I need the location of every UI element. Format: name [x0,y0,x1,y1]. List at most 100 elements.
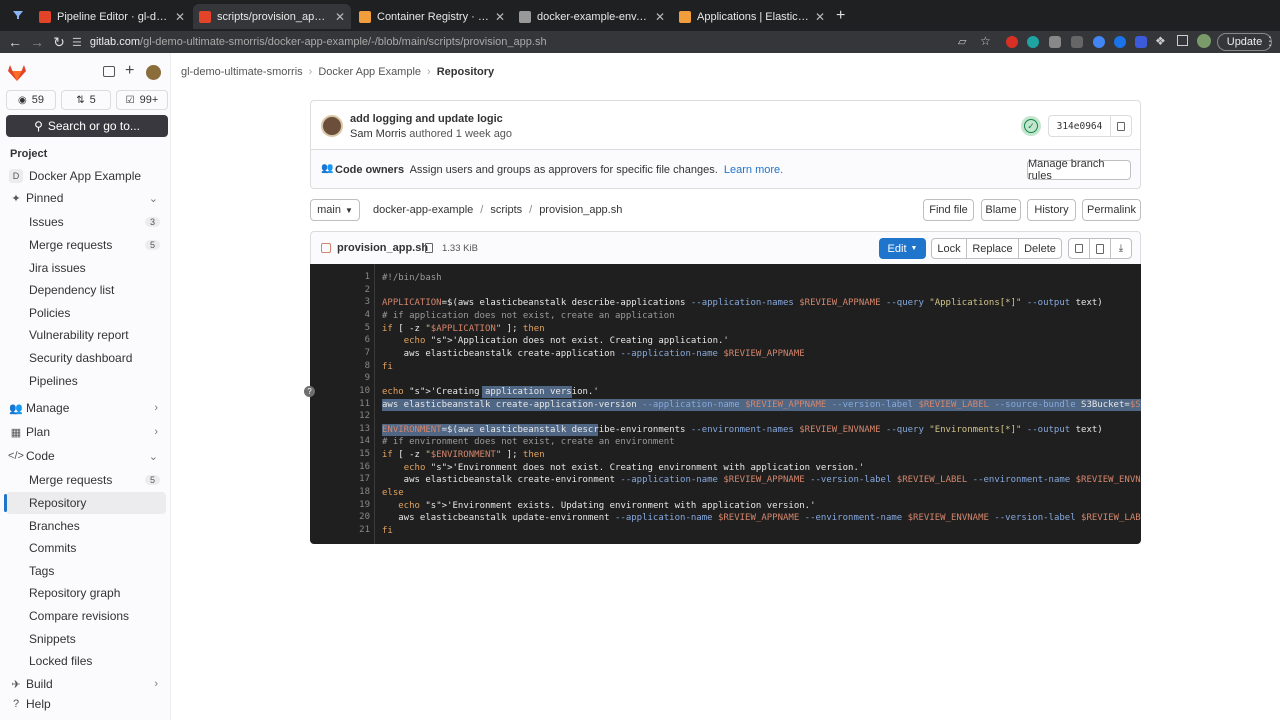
user-avatar[interactable] [146,65,161,80]
line-number[interactable]: 21 [310,525,370,535]
line-number[interactable]: 20 [310,512,370,522]
delete-button[interactable]: Delete [1018,238,1062,259]
branch-dropdown[interactable]: main ▼ [310,199,360,221]
sidebar-item-help[interactable]: ? Help [6,693,166,715]
line-number[interactable]: 12 [310,411,370,421]
copy-path-icon[interactable] [425,243,433,253]
edit-dropdown-button[interactable]: Edit ▼ [879,238,926,259]
mr-count-pill[interactable]: ⇅ 5 [61,90,111,110]
line-number[interactable]: 10 [310,386,370,396]
sidebar-item-pipelines[interactable]: Pipelines [6,370,166,392]
extension-icon-teal[interactable] [1027,36,1039,48]
sidebar-toggle-icon[interactable] [103,66,115,77]
close-tab-icon[interactable]: ✕ [815,10,825,24]
line-number[interactable]: 16 [310,462,370,472]
sidebar-item-commits[interactable]: Commits [6,537,166,559]
extension-icon-o[interactable] [1071,36,1083,48]
browser-tab[interactable]: Pipeline Editor · gl-demo-ultim ✕ [33,4,191,29]
bookmark-star-icon[interactable]: ☆ [980,34,991,48]
line-number[interactable]: 1 [310,272,370,282]
copy-contents-button[interactable] [1068,238,1090,259]
new-tab-button[interactable]: + [836,7,845,25]
sidebar-item-policies[interactable]: Policies [6,302,166,324]
address-bar[interactable]: ☰ gitlab.com/gl-demo-ultimate-smorris/do… [72,33,952,51]
line-number[interactable]: 14 [310,436,370,446]
sidebar-item-plan[interactable]: ▦ Plan › [6,421,166,443]
open-raw-button[interactable] [1089,238,1111,259]
extension-icon-g[interactable] [1093,36,1105,48]
extension-icon-red[interactable] [1006,36,1018,48]
browser-tab[interactable]: scripts/provision_app.sh · main ✕ [193,4,351,29]
issues-count-pill[interactable]: ◉ 59 [6,90,56,110]
path-file[interactable]: provision_app.sh [539,204,622,216]
profile-avatar[interactable] [1197,34,1211,48]
find-file-button[interactable]: Find file [923,199,974,221]
line-number[interactable]: 18 [310,487,370,497]
forward-icon[interactable]: → [26,34,48,50]
close-tab-icon[interactable]: ✕ [175,10,185,24]
reload-icon[interactable]: ↻ [48,34,70,51]
commit-title[interactable]: add logging and update logic [350,113,503,125]
line-number[interactable]: 17 [310,474,370,484]
line-number[interactable]: 11 [310,399,370,409]
sidebar-item-build[interactable]: ✈ Build › [6,673,166,695]
line-number[interactable]: 13 [310,424,370,434]
line-number[interactable]: 7 [310,348,370,358]
browser-menu-kebab-icon[interactable]: ⋮ [1264,34,1276,48]
path-root[interactable]: docker-app-example [373,204,473,216]
sidebar-item-manage[interactable]: 👥 Manage › [6,397,166,419]
help-bubble-icon[interactable]: ? [304,386,315,397]
install-icon[interactable]: ▱ [958,35,966,48]
author-avatar[interactable] [321,115,343,137]
copy-sha-button[interactable] [1110,115,1132,137]
commit-sha[interactable]: 314e0964 [1048,115,1111,137]
lock-button[interactable]: Lock [931,238,967,259]
sidebar-item-vulnerability-report[interactable]: Vulnerability report [6,324,166,346]
back-icon[interactable]: ← [4,34,26,50]
line-number[interactable]: 2 [310,285,370,295]
sidebar-item-branches[interactable]: Branches [6,515,166,537]
pipeline-status-icon[interactable]: ✓ [1021,116,1041,136]
browser-tab[interactable]: Container Registry · gl-demo-u ✕ [353,4,511,29]
sidebar-item-tags[interactable]: Tags [6,560,166,582]
breadcrumb-project[interactable]: Docker App Example [318,66,421,78]
sidebar-item-compare-revisions[interactable]: Compare revisions [6,605,166,627]
extensions-puzzle-icon[interactable]: ❖ [1155,34,1166,48]
history-button[interactable]: History [1027,199,1076,221]
blame-button[interactable]: Blame [981,199,1021,221]
download-button[interactable]: ⤓ [1110,238,1132,259]
line-number[interactable]: 6 [310,335,370,345]
browser-tab[interactable]: docker-example-env.eba-fry3 ✕ [513,4,671,29]
sidebar-item-merge-requests[interactable]: Merge requests 5 [6,469,166,491]
line-number[interactable]: 8 [310,361,370,371]
code-viewer[interactable]: 1 2 3 4 5 6 7 8 9 10 11 12 13 14 15 16 17 18 19 20 21 #!/bin/… [310,264,1141,544]
search-button[interactable]: ⚲ Search or go to... [6,115,168,137]
extension-icon-gray[interactable] [1049,36,1061,48]
extension-icon-bookmark[interactable] [1135,36,1147,48]
sidebar-item-merge-requests[interactable]: Merge requests 5 [6,234,166,256]
line-number[interactable]: 3 [310,297,370,307]
sidepanel-icon[interactable] [1177,35,1188,46]
gitlab-logo[interactable] [8,65,26,84]
manage-branch-rules-button[interactable]: Manage branch rules [1027,158,1131,182]
browser-menu-icon[interactable] [12,9,24,21]
sidebar-item-code[interactable]: </> Code ⌄ [6,445,166,467]
replace-button[interactable]: Replace [966,238,1019,259]
site-info-icon[interactable]: ☰ [72,36,82,49]
path-scripts[interactable]: scripts [490,204,522,216]
sidebar-item-issues[interactable]: Issues 3 [6,211,166,233]
sidebar-item-snippets[interactable]: Snippets [6,628,166,650]
commit-author[interactable]: Sam Morris [350,128,406,140]
line-number[interactable]: 9 [310,373,370,383]
todos-count-pill[interactable]: ☑ 99+ [116,90,168,110]
sidebar-item-security-dashboard[interactable]: Security dashboard [6,347,166,369]
sidebar-item-jira-issues[interactable]: Jira issues [6,257,166,279]
breadcrumb-group[interactable]: gl-demo-ultimate-smorris [181,66,303,78]
browser-tab[interactable]: Applications | Elastic Beanstalk ✕ [673,4,831,29]
sidebar-item-repository-graph[interactable]: Repository graph [6,582,166,604]
learn-more-link[interactable]: Learn more. [724,164,783,176]
breadcrumb-repository[interactable]: Repository [437,66,494,78]
line-number[interactable]: 5 [310,323,370,333]
close-tab-icon[interactable]: ✕ [495,10,505,24]
sidebar-item-dependency-list[interactable]: Dependency list [6,279,166,301]
